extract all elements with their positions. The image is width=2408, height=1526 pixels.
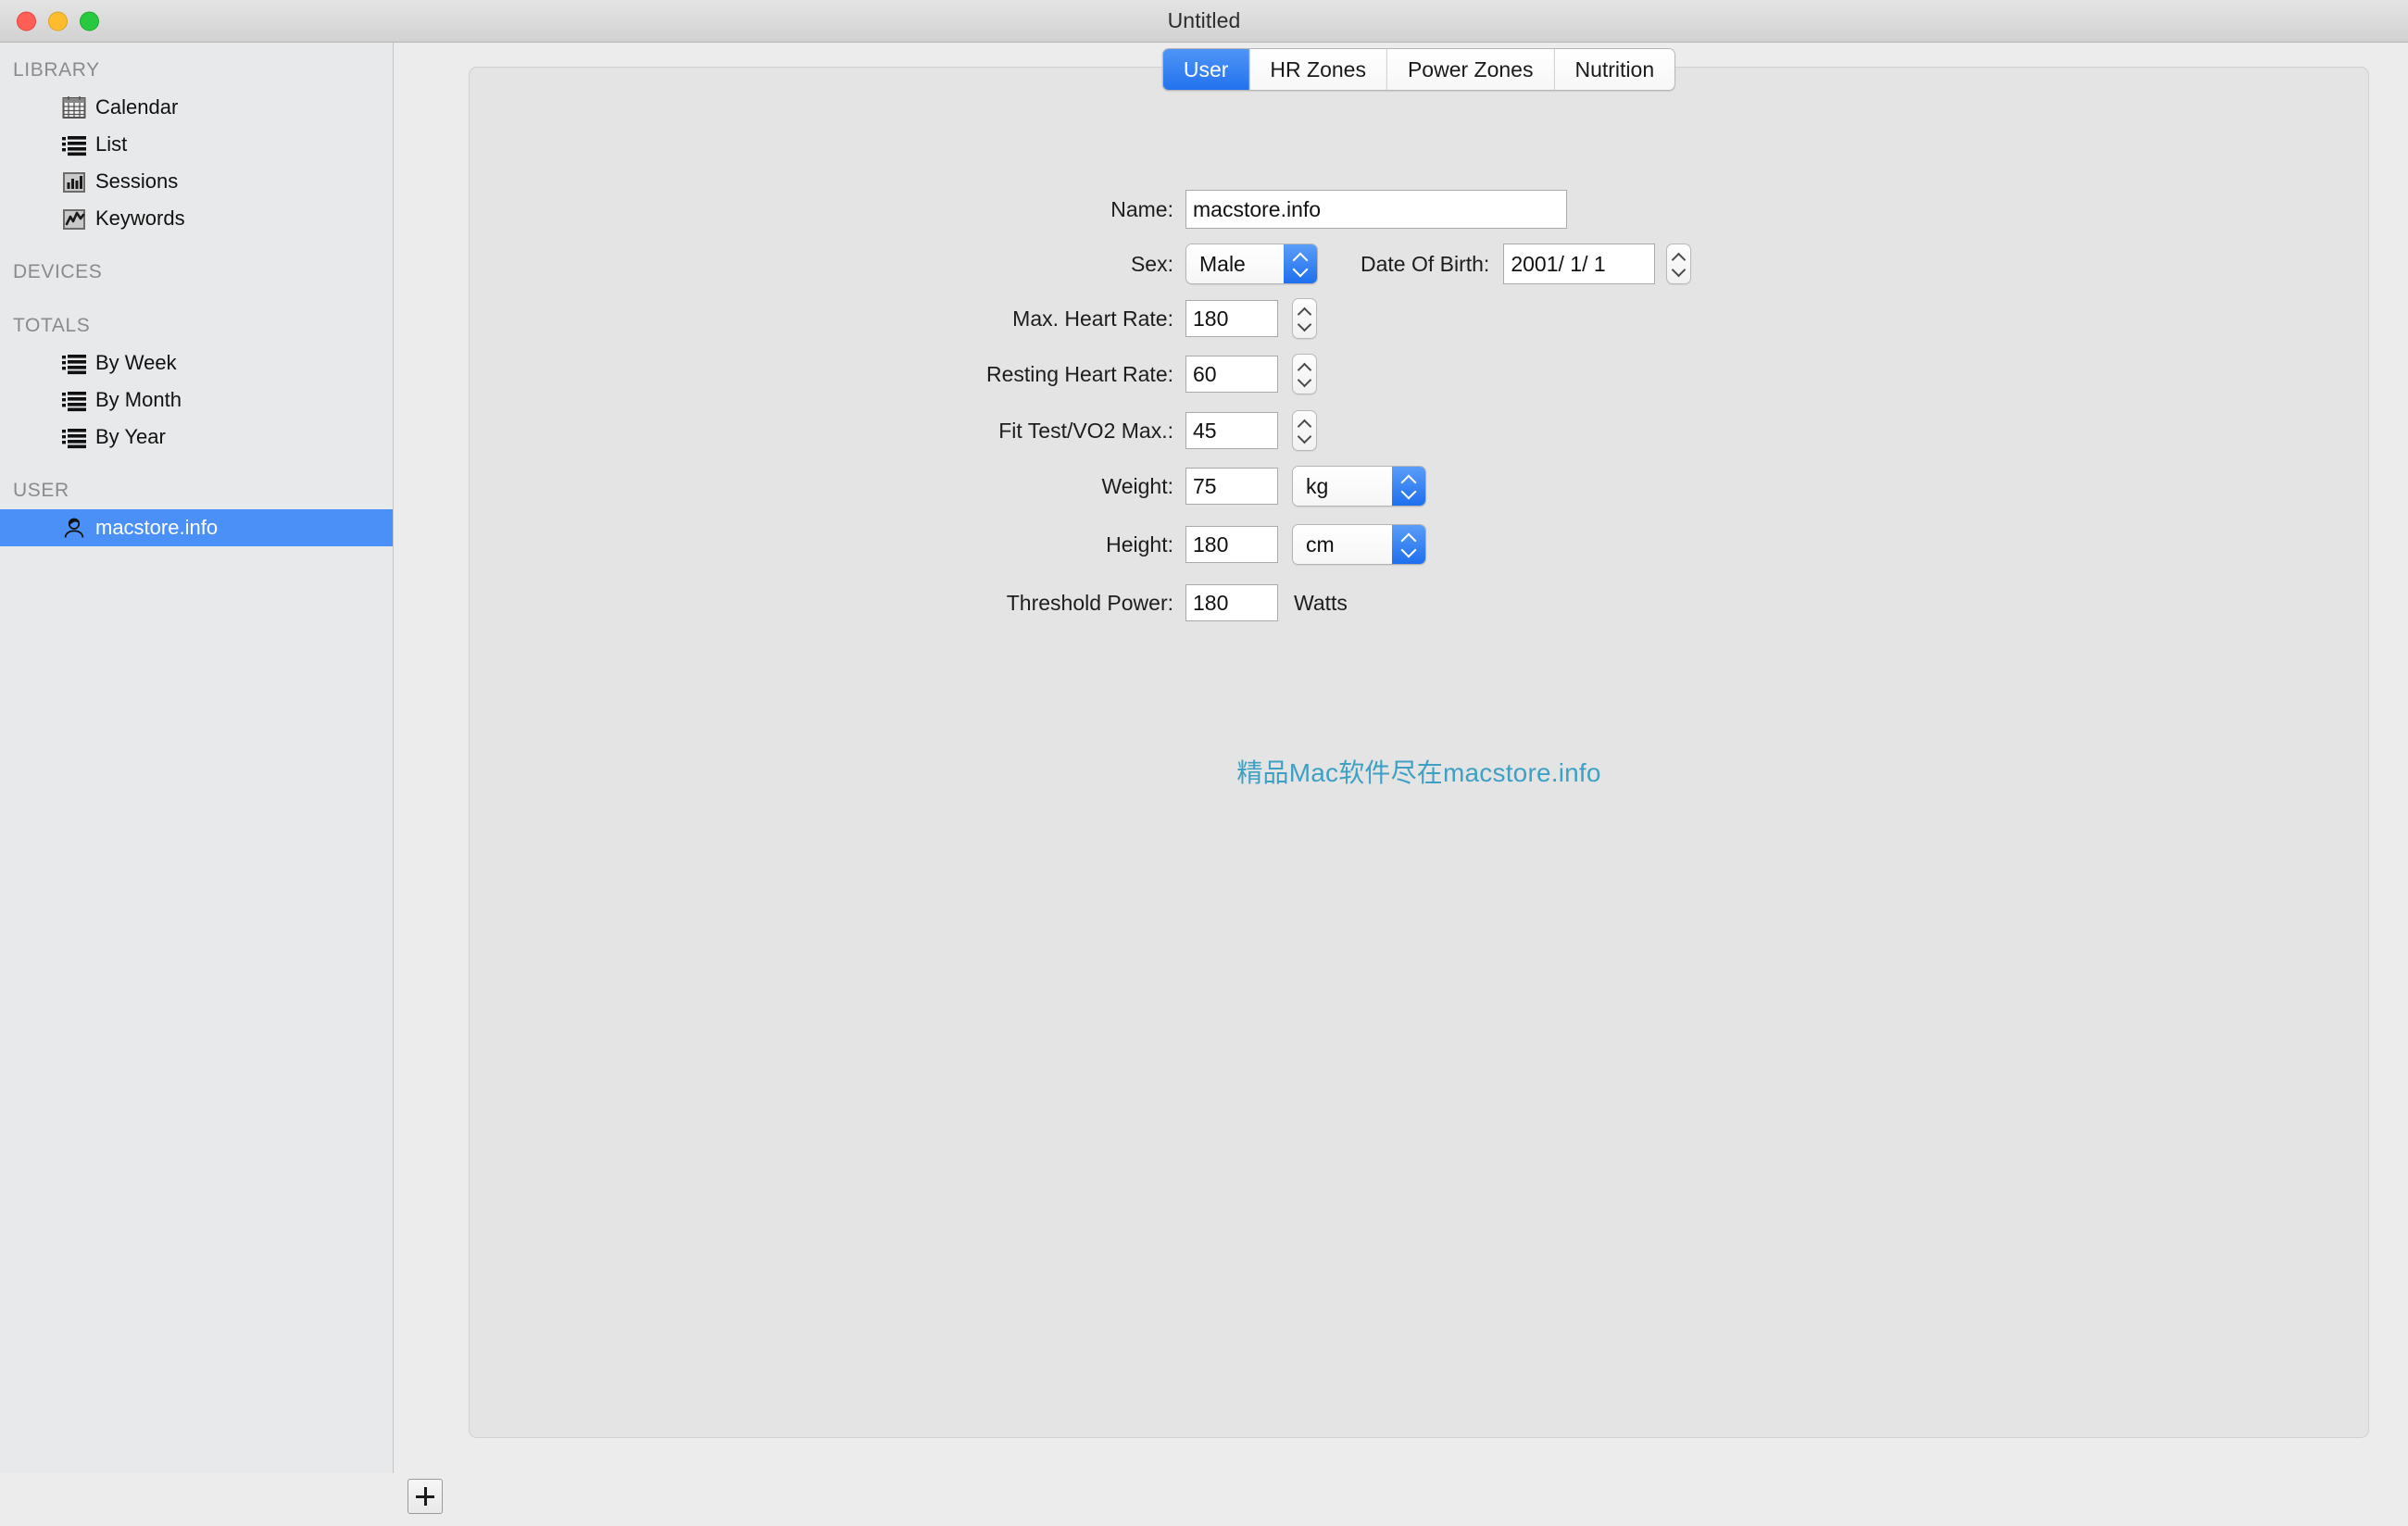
sidebar-group-totals: TOTALS [13,315,91,336]
traffic-lights [17,11,99,31]
person-icon [61,515,87,541]
sidebar-item-sessions[interactable]: Sessions [0,163,393,200]
form-row-max-hr: Max. Heart Rate: 180 [470,298,2368,339]
weight-unit-select[interactable]: kg [1292,466,1426,507]
height-unit-select[interactable]: cm [1292,524,1426,565]
resting-heart-rate-label: Resting Heart Rate: [986,361,1173,386]
sidebar-item-label: List [95,132,128,156]
close-window-button[interactable] [17,11,36,31]
plus-icon [416,1487,434,1506]
form-row-name: Name: macstore.info [470,190,2368,229]
sidebar-item-keywords[interactable]: Keywords [0,200,393,237]
sidebar[interactable]: LIBRARY Calendar List Sessions Keywords … [0,43,394,1473]
tab-power-zones[interactable]: Power Zones [1386,49,1555,90]
dob-stepper[interactable] [1666,244,1692,284]
chevron-updown-icon [1284,244,1317,283]
sidebar-item-by-week[interactable]: By Week [0,344,393,382]
sidebar-item-label: Keywords [95,206,185,230]
sidebar-item-label: By Year [95,425,166,448]
sidebar-item-calendar[interactable]: Calendar [0,89,393,126]
sex-select[interactable]: Male [1185,244,1318,284]
weight-input[interactable]: 75 [1185,468,1278,505]
max-heart-rate-stepper[interactable] [1292,298,1317,339]
sidebar-item-label: Calendar [95,95,179,119]
vo2-max-input[interactable]: 45 [1185,412,1278,449]
height-label: Height: [1106,532,1173,557]
calendar-icon [61,94,87,120]
threshold-power-label: Threshold Power: [1006,590,1173,615]
content-area: User HR Zones Power Zones Nutrition Name… [394,43,2408,1473]
sidebar-item-label: By Month [95,388,182,411]
sidebar-item-label: macstore.info [95,516,219,539]
tab-bar[interactable]: User HR Zones Power Zones Nutrition [1161,48,1676,91]
threshold-power-input[interactable]: 180 [1185,584,1278,621]
sidebar-group-user: USER [13,480,69,501]
chevron-updown-icon [1392,467,1425,506]
sidebar-item-label: By Week [95,351,177,374]
bar-chart-icon [61,169,87,194]
sidebar-group-library: LIBRARY [13,59,100,81]
bottom-toolbar [0,1473,2408,1526]
sidebar-item-macstore-info[interactable]: macstore.info [0,509,393,546]
title-bar: Untitled [0,0,2408,43]
maximize-window-button[interactable] [80,11,99,31]
form-row-vo2: Fit Test/VO2 Max.: 45 [470,410,2368,451]
resting-heart-rate-input[interactable]: 60 [1185,356,1278,393]
weight-unit-value: kg [1293,467,1392,506]
sex-label: Sex: [1130,251,1173,276]
sidebar-item-list[interactable]: List [0,126,393,163]
form-row-weight: Weight: 75 kg [470,466,2368,507]
tab-hr-zones[interactable]: HR Zones [1249,49,1387,90]
list-icon [61,131,87,157]
form-row-threshold-power: Threshold Power: 180 Watts [470,584,2368,621]
name-input[interactable]: macstore.info [1185,190,1567,229]
list-icon [61,350,87,376]
dob-input[interactable]: 2001/ 1/ 1 [1503,244,1656,284]
threshold-power-unit: Watts [1294,590,1348,615]
max-heart-rate-label: Max. Heart Rate: [1012,306,1173,331]
sex-select-value: Male [1186,244,1284,283]
app-window: Untitled LIBRARY Calendar List Sessions … [0,0,2408,1526]
max-heart-rate-input[interactable]: 180 [1185,300,1278,337]
chevron-updown-icon [1392,525,1425,564]
list-icon [61,424,87,450]
add-button[interactable] [408,1479,443,1514]
form-row-sex-dob: Sex: Male Date Of Birth: 2001/ 1/ 1 [470,244,2368,284]
height-unit-value: cm [1293,525,1392,564]
sidebar-item-by-year[interactable]: By Year [0,419,393,456]
form-row-resting-hr: Resting Heart Rate: 60 [470,354,2368,394]
resting-heart-rate-stepper[interactable] [1292,354,1317,394]
tab-user[interactable]: User [1162,49,1250,90]
sidebar-group-devices: DEVICES [13,261,103,282]
name-label: Name: [1110,196,1173,221]
list-icon [61,387,87,413]
vo2-max-label: Fit Test/VO2 Max.: [998,418,1173,443]
form-row-height: Height: 180 cm [470,524,2368,565]
vo2-max-stepper[interactable] [1292,410,1317,451]
sidebar-item-label: Sessions [95,169,179,193]
sidebar-item-by-month[interactable]: By Month [0,382,393,419]
height-input[interactable]: 180 [1185,526,1278,563]
weight-label: Weight: [1101,473,1173,498]
window-title: Untitled [1167,8,1241,32]
tab-view-panel: User HR Zones Power Zones Nutrition Name… [469,48,2369,1438]
minimize-window-button[interactable] [48,11,68,31]
line-chart-icon [61,206,87,231]
watermark-text: 精品Mac软件尽在macstore.info [1236,758,1601,787]
tab-nutrition[interactable]: Nutrition [1554,49,1675,90]
dob-label: Date Of Birth: [1361,251,1490,276]
body: LIBRARY Calendar List Sessions Keywords … [0,43,2408,1473]
